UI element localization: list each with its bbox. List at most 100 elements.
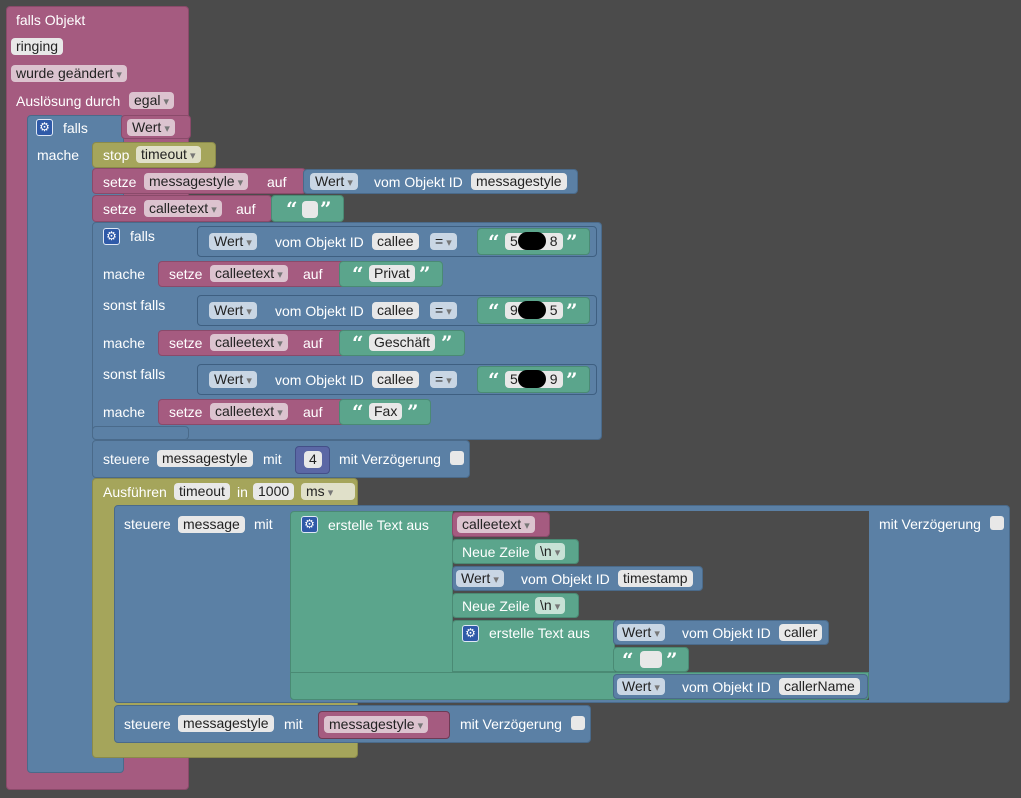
- ctl1-delay-checkbox[interactable]: [450, 451, 464, 465]
- quote-close: ”: [566, 230, 578, 254]
- ctl1-delay: mit Verzögerung: [339, 451, 441, 467]
- quote-open: “: [488, 230, 500, 254]
- cond3-op[interactable]: =: [430, 371, 457, 388]
- ctl1-id[interactable]: messagestyle: [157, 450, 253, 467]
- timeout-value[interactable]: 1000: [253, 483, 295, 500]
- set-privat-var[interactable]: calleetext: [210, 265, 288, 282]
- ctl2-id[interactable]: message: [178, 516, 245, 533]
- gear-icon[interactable]: ⚙: [103, 228, 120, 245]
- gear-icon[interactable]: ⚙: [301, 516, 318, 533]
- set2-auf: auf: [236, 201, 256, 217]
- set-geschaeft-var[interactable]: calleetext: [210, 334, 288, 351]
- callername-prop-dropdown[interactable]: Wert: [617, 678, 665, 695]
- quote-open: “: [622, 648, 634, 672]
- cond2-id[interactable]: callee: [372, 302, 419, 319]
- ctl1-steuere: steuere: [103, 451, 150, 467]
- if2-mache-3: mache: [103, 404, 146, 420]
- newline-label-2: Neue Zeile: [462, 598, 530, 614]
- ctl2-mit: mit: [254, 516, 273, 532]
- redacted-value: [518, 232, 546, 250]
- gear-icon[interactable]: ⚙: [462, 625, 479, 642]
- set2-label: setze: [103, 201, 137, 217]
- newline-dropdown-2[interactable]: \n: [535, 597, 566, 614]
- set-privat-label: setze: [169, 266, 203, 282]
- ctl3-var-dropdown[interactable]: messagestyle: [324, 716, 429, 733]
- set1-auf: auf: [267, 174, 287, 190]
- set-fax-var[interactable]: calleetext: [210, 403, 288, 420]
- nested-join-label: erstelle Text aus: [489, 625, 590, 641]
- set-fax-label: setze: [169, 404, 203, 420]
- set-privat-auf: auf: [303, 266, 323, 282]
- if2-sonst-2: sonst falls: [103, 366, 166, 382]
- newline-dropdown-1[interactable]: \n: [535, 543, 566, 560]
- if1-mache-label: mache: [37, 147, 80, 163]
- cond2-vom: vom Objekt ID: [275, 303, 364, 319]
- quote-close: ”: [666, 648, 678, 672]
- nested-empty-text-field[interactable]: [640, 651, 662, 668]
- join-calleetext-var[interactable]: calleetext: [457, 516, 535, 533]
- cond2-op[interactable]: =: [430, 302, 457, 319]
- cond1-op[interactable]: =: [430, 233, 457, 250]
- timeout-label: Ausführen: [103, 484, 167, 500]
- set1-id-field[interactable]: messagestyle: [471, 173, 567, 190]
- gear-icon[interactable]: ⚙: [36, 119, 53, 136]
- trigger-title: falls Objekt: [16, 12, 86, 28]
- cond1-vom: vom Objekt ID: [275, 234, 364, 250]
- quote-open: “: [488, 299, 500, 323]
- ctl3-delay: mit Verzögerung: [460, 716, 562, 732]
- quote-open: “: [352, 262, 364, 286]
- ctl3-delay-checkbox[interactable]: [571, 716, 585, 730]
- timeout-timer-field[interactable]: timeout: [174, 483, 230, 500]
- ctl3-mit: mit: [284, 716, 303, 732]
- set1-label: setze: [103, 174, 137, 190]
- ctl1-number[interactable]: 4: [304, 451, 322, 468]
- redacted-value: [518, 301, 546, 319]
- set1-vom: vom Objekt ID: [374, 174, 463, 190]
- cond3-prop-dropdown[interactable]: Wert: [209, 371, 257, 388]
- if1-condition-dropdown[interactable]: Wert: [127, 119, 175, 136]
- quote-close: ”: [407, 400, 419, 424]
- quote-open: “: [352, 400, 364, 424]
- if1-falls-label: falls: [63, 120, 88, 136]
- stop-label: stop: [103, 147, 130, 163]
- callername-id[interactable]: callerName: [779, 678, 860, 695]
- ctl2-delay-checkbox[interactable]: [990, 516, 1004, 530]
- caller-vom: vom Objekt ID: [682, 625, 771, 641]
- if2-falls: falls: [130, 228, 155, 244]
- quote-open: “: [286, 197, 298, 221]
- quote-close: ”: [566, 299, 578, 323]
- geschaeft-text[interactable]: Geschäft: [369, 334, 436, 351]
- empty-text-field[interactable]: [302, 201, 318, 218]
- if2-mache-2: mache: [103, 335, 146, 351]
- set2-var-dropdown[interactable]: calleetext: [144, 200, 222, 217]
- timeout-unit-dropdown[interactable]: ms: [301, 483, 355, 500]
- set-geschaeft-label: setze: [169, 335, 203, 351]
- trigger-object-id[interactable]: ringing: [11, 38, 64, 55]
- fax-text[interactable]: Fax: [369, 403, 403, 420]
- caller-prop-dropdown[interactable]: Wert: [617, 624, 665, 641]
- trigger-value-dropdown[interactable]: egal: [129, 92, 175, 109]
- set1-var-dropdown[interactable]: messagestyle: [144, 173, 249, 190]
- if2-mache-1: mache: [103, 266, 146, 282]
- timestamp-id[interactable]: timestamp: [618, 570, 693, 587]
- timestamp-vom: vom Objekt ID: [521, 571, 610, 587]
- join-label: erstelle Text aus: [328, 517, 429, 533]
- newline-label-1: Neue Zeile: [462, 544, 530, 560]
- quote-close: ”: [419, 262, 431, 286]
- quote-open: “: [352, 331, 364, 355]
- trigger-condition-dropdown[interactable]: wurde geändert: [11, 65, 127, 82]
- cond1-id[interactable]: callee: [372, 233, 419, 250]
- set1-prop-dropdown[interactable]: Wert: [310, 173, 358, 190]
- timestamp-prop-dropdown[interactable]: Wert: [456, 570, 504, 587]
- cond1-prop-dropdown[interactable]: Wert: [209, 233, 257, 250]
- cond3-id[interactable]: callee: [372, 371, 419, 388]
- if2-left-arm: [92, 426, 189, 440]
- stop-timer-dropdown[interactable]: timeout: [136, 146, 201, 163]
- quote-close: ”: [320, 197, 332, 221]
- caller-id[interactable]: caller: [779, 624, 823, 641]
- cond2-prop-dropdown[interactable]: Wert: [209, 302, 257, 319]
- privat-text[interactable]: Privat: [369, 265, 415, 282]
- quote-close: ”: [441, 331, 453, 355]
- if2-sonst-1: sonst falls: [103, 297, 166, 313]
- ctl3-id[interactable]: messagestyle: [178, 715, 274, 732]
